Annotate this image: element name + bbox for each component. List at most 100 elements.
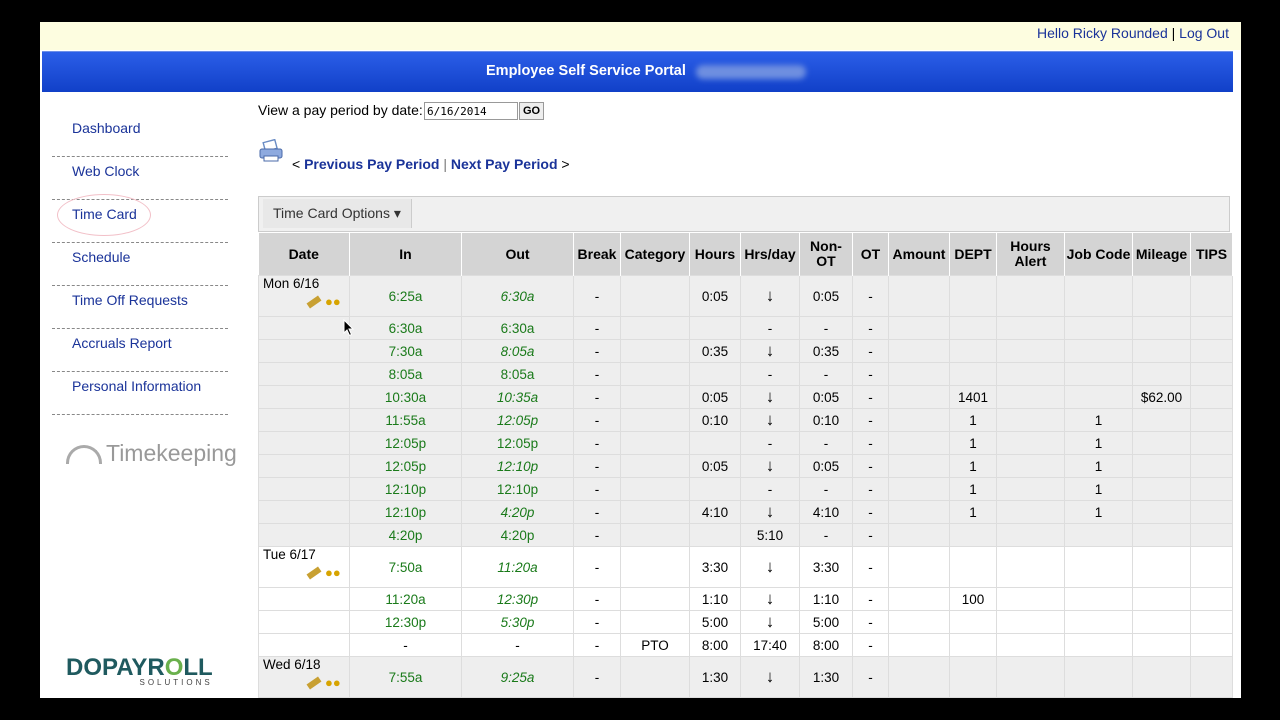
cell-in[interactable]: 7:55a	[349, 656, 462, 698]
cell-in[interactable]: 4:20p	[349, 523, 462, 547]
cell-in[interactable]: 8:05a	[349, 362, 462, 386]
group-icon[interactable]: ●●	[325, 295, 345, 309]
pay-period-date-input[interactable]	[424, 102, 518, 120]
cell-out[interactable]: 12:05p	[461, 408, 574, 432]
cell-dept	[949, 316, 997, 340]
cell-in[interactable]: 12:30p	[349, 610, 462, 634]
cell-out[interactable]: 6:30a	[461, 316, 574, 340]
cell-out[interactable]: 5:30p	[461, 610, 574, 634]
group-icon[interactable]: ●●	[325, 676, 345, 690]
table-row: 12:05p 12:05p - - - -1 1	[258, 431, 1233, 455]
sidebar-item-label[interactable]: Dashboard	[72, 120, 141, 136]
sidebar-item-label[interactable]: Time Card	[72, 206, 137, 222]
cell-hrs-day: ↓	[740, 385, 800, 409]
cell-job-code: 1	[1064, 431, 1133, 455]
cell-ot: -	[852, 385, 889, 409]
time-card-options-menu[interactable]: Time Card Options ▾	[263, 199, 412, 228]
edit-icon[interactable]	[306, 676, 322, 690]
cell-amount	[888, 275, 950, 317]
cell-out[interactable]: 11:20a	[461, 697, 574, 698]
cell-out[interactable]: 12:05p	[461, 431, 574, 455]
sidebar-item-label[interactable]: Personal Information	[72, 378, 201, 394]
cell-break: -	[573, 408, 621, 432]
sidebar-item-schedule[interactable]: Schedule	[52, 243, 228, 286]
browser-page: Hello Ricky Rounded | Log Out Employee S…	[40, 22, 1241, 698]
cell-non-ot: -	[799, 362, 853, 386]
cell-tips	[1190, 610, 1233, 634]
cell-job-code	[1064, 587, 1133, 611]
cell-in[interactable]: 7:50a	[349, 546, 462, 588]
sidebar-item-label[interactable]: Web Clock	[72, 163, 139, 179]
cell-category	[620, 362, 690, 386]
day-actions: ●●	[306, 565, 345, 580]
cell-out[interactable]: 12:30p	[461, 587, 574, 611]
table-row: 11:20a 12:30p -1:10 ↓ 1:10-100	[258, 587, 1233, 611]
sidebar-item-dashboard[interactable]: Dashboard	[52, 114, 228, 157]
pay-period-label: View a pay period by date:	[258, 102, 423, 118]
cell-break: -	[573, 500, 621, 524]
cell-mileage	[1132, 431, 1191, 455]
cell-in[interactable]: 11:55a	[349, 408, 462, 432]
cell-tips	[1190, 656, 1233, 698]
cell-category	[620, 523, 690, 547]
cell-in[interactable]: 12:05p	[349, 454, 462, 478]
cell-mileage	[1132, 500, 1191, 524]
cell-in[interactable]: 10:30a	[349, 385, 462, 409]
cell-tips	[1190, 339, 1233, 363]
timekeeping-label: Timekeeping	[106, 440, 237, 466]
edit-icon[interactable]	[306, 566, 322, 580]
cell-hrs-day: ↓	[740, 546, 800, 588]
sidebar-item-label[interactable]: Time Off Requests	[72, 292, 188, 308]
sidebar-item-label[interactable]: Accruals Report	[72, 335, 172, 351]
cell-amount	[888, 385, 950, 409]
cell-out[interactable]: 10:35a	[461, 385, 574, 409]
previous-pay-period-link[interactable]: Previous Pay Period	[304, 156, 439, 172]
portal-header-bar: Employee Self Service Portal	[42, 51, 1233, 92]
group-icon[interactable]: ●●	[325, 566, 345, 580]
sidebar-item-label[interactable]: Schedule	[72, 249, 130, 265]
cell-out[interactable]: 12:10p	[461, 454, 574, 478]
cell-out[interactable]: 11:20a	[461, 546, 574, 588]
cell-break: -	[573, 656, 621, 698]
cell-out[interactable]: 6:30a	[461, 275, 574, 317]
cell-in[interactable]: 12:10p	[349, 477, 462, 501]
cell-in[interactable]: 12:10p	[349, 500, 462, 524]
next-pay-period-link[interactable]: Next Pay Period	[451, 156, 558, 172]
sidebar-item-personal-information[interactable]: Personal Information	[52, 372, 228, 415]
cell-amount	[888, 362, 950, 386]
cell-hours-alert	[996, 339, 1065, 363]
cell-in[interactable]: 9:25a	[349, 697, 462, 698]
cell-out[interactable]: 12:10p	[461, 477, 574, 501]
cell-job-code	[1064, 610, 1133, 634]
printer-icon[interactable]	[258, 139, 284, 163]
cell-in[interactable]: 7:30a	[349, 339, 462, 363]
col-in: In	[349, 233, 462, 276]
day-label: Mon 6/16	[263, 276, 320, 291]
cell-mileage	[1132, 587, 1191, 611]
sidebar-item-accruals-report[interactable]: Accruals Report	[52, 329, 228, 372]
sidebar-item-web-clock[interactable]: Web Clock	[52, 157, 228, 200]
cell-out[interactable]: 8:05a	[461, 339, 574, 363]
cell-out[interactable]: 9:25a	[461, 656, 574, 698]
cell-in[interactable]: 12:05p	[349, 431, 462, 455]
cell-tips	[1190, 408, 1233, 432]
cell-tips	[1190, 385, 1233, 409]
cell-in[interactable]: 6:30a	[349, 316, 462, 340]
table-row: 6:30a 6:30a - - - -	[258, 316, 1233, 340]
cell-out[interactable]: 4:20p	[461, 523, 574, 547]
table-header-row: Date In Out Break Category Hours Hrs/day…	[258, 233, 1233, 276]
sidebar-item-time-card[interactable]: Time Card	[52, 194, 228, 243]
cell-ot: -	[852, 454, 889, 478]
sidebar-item-time-off-requests[interactable]: Time Off Requests	[52, 286, 228, 329]
cell-out[interactable]: 4:20p	[461, 500, 574, 524]
logout-link[interactable]: Log Out	[1179, 25, 1229, 41]
cell-out[interactable]: 8:05a	[461, 362, 574, 386]
go-button[interactable]: GO	[519, 102, 545, 120]
cell-mileage	[1132, 316, 1191, 340]
cell-hours-alert	[996, 697, 1065, 698]
cell-in[interactable]: 6:25a	[349, 275, 462, 317]
timekeeping-brand: Timekeeping	[66, 440, 237, 467]
cell-in[interactable]: 11:20a	[349, 587, 462, 611]
cell-break: -	[573, 546, 621, 588]
edit-icon[interactable]	[306, 295, 322, 309]
